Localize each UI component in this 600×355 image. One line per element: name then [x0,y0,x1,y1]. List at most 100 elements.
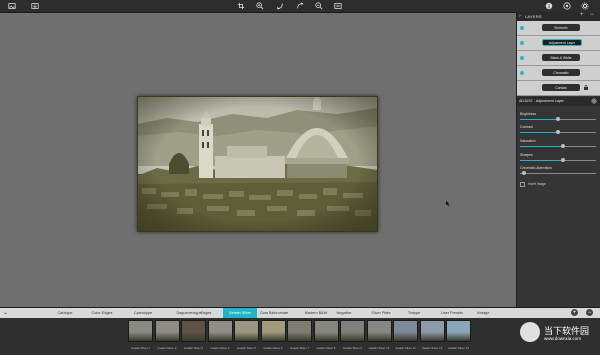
thumbnail-image [260,320,286,342]
preset-thumbnail[interactable]: Gelatin Silver 3 [181,320,206,354]
checkbox[interactable] [520,182,525,187]
thumbnail-image [340,320,365,342]
preset-thumbnail[interactable]: Gelatin Silver 10 [366,320,392,354]
slider-label: Sharpen [520,153,533,157]
tab-gum-bichromate[interactable]: Gum Bichromate [255,308,293,318]
adjust-header: ADJUST - Adjustment Layer [517,97,600,106]
thumbnail-image [207,320,233,342]
preset-thumbnail[interactable]: Gelatin Silver 5 [234,320,259,354]
slider-knob[interactable] [560,158,565,162]
preset-thumbnail[interactable]: Gelatin Silver 8 [313,320,339,354]
photo-preview[interactable] [137,96,378,232]
slider-label: Saturation [520,139,536,143]
mouse-cursor-icon [446,201,450,206]
slider-saturation[interactable]: Saturation [520,139,596,151]
preset-thumbnail[interactable]: Gelatin Silver 9 [340,320,365,354]
settings-icon[interactable] [581,2,589,10]
slider-knob[interactable] [560,144,565,148]
tab-gelatin-silver[interactable]: Gelatin Silver [223,308,257,318]
preset-thumbnail[interactable]: Gelatin Silver 7 [287,320,312,354]
thumbnail-caption: Gelatin Silver 10 [368,346,390,350]
tab-modern-b-w[interactable]: Modern B&W [297,308,335,318]
thumbnail-caption: Gelatin Silver 13 [448,346,469,350]
slider-chromatic-aberration[interactable]: Chromatic Aberration [520,166,596,178]
layer-item[interactable]: Chromatic [517,66,600,81]
preset-thumbnail[interactable]: Gelatin Silver 2 [154,320,180,354]
preset-thumbnail[interactable]: Gelatin Silver 11 [393,320,418,354]
image-icon[interactable] [8,2,16,10]
canvas-area[interactable] [0,13,516,307]
remove-preset-button[interactable]: − [586,309,593,316]
slider-knob[interactable] [556,130,560,134]
preset-thumbnail[interactable]: Gelatin Silver 6 [260,320,286,354]
layer-item-canvas[interactable]: Canvas [517,81,600,96]
layer-visibility-icon[interactable] [520,26,524,30]
thumbnail-caption: Gelatin Silver 12 [421,346,443,350]
slider-fill [520,146,563,147]
preset-thumbnail[interactable]: Gelatin Silver 1 [128,320,153,354]
thumbnail-caption: Gelatin Silver 8 [316,346,336,350]
tab-silver-plate[interactable]: Silver Plate [364,308,398,318]
tab-tintype[interactable]: Tintype [402,308,426,318]
add-layer-button[interactable]: + [580,12,584,18]
preset-thumbnail[interactable]: Gelatin Silver 12 [419,320,445,354]
thumbnail-image [128,320,153,342]
layer-label: Screenfx [542,24,580,31]
presets-bar: ⌄ + − Calotype Color Edges Cyanotype Daguer… [0,307,600,355]
layer-item[interactable]: Black & White [517,51,600,66]
lock-icon [584,85,588,90]
watermark: 当下软件园 www.downxia.com [520,319,598,351]
fit-screen-icon[interactable] [334,2,342,10]
gear-icon[interactable] [591,98,597,104]
slider-sharpen[interactable]: Sharpen [520,153,596,165]
layer-visibility-icon[interactable] [520,41,524,45]
tab-edges[interactable]: Edges [196,308,216,318]
tab-cyanotype[interactable]: Cyanotype [124,308,162,318]
adjust-title: ADJUST - Adjustment Layer [519,99,564,103]
collapse-presets-icon[interactable]: ⌄ [3,309,8,316]
thumbnail-image [287,320,312,342]
tab-calotype[interactable]: Calotype [47,308,83,318]
tab-color-edges[interactable]: Color Edges [82,308,122,318]
thumbnail-image [181,320,206,342]
slider-track[interactable] [520,173,596,174]
layer-item[interactable]: Adjustment Layer [517,36,600,51]
layer-visibility-icon[interactable] [520,56,524,60]
slider-knob[interactable] [556,117,560,121]
thumbnail-image [234,320,259,342]
layers-header: › LAYERS + − [517,12,600,21]
thumbnail-image [393,320,418,342]
slider-knob[interactable] [521,171,526,175]
slider-brightness[interactable]: Brightness [520,112,596,124]
preset-thumbnail[interactable]: Gelatin Silver 13 [446,320,471,354]
preset-tabs: ⌄ + − Calotype Color Edges Cyanotype Daguer… [0,308,600,318]
thumbnail-caption: Gelatin Silver 3 [184,346,203,350]
thumbnail-caption: Gelatin Silver 2 [157,346,177,350]
thumbnail-caption: Gelatin Silver 9 [343,346,362,350]
crop-icon[interactable] [237,2,245,10]
watermark-url: www.downxia.com [544,336,582,341]
slider-fill [520,160,563,161]
collapse-panel-icon[interactable]: › [519,13,521,19]
layer-visibility-icon[interactable] [520,71,524,75]
info-icon[interactable] [545,2,553,10]
add-preset-button[interactable]: + [571,309,578,316]
zoom-in-icon[interactable] [256,2,264,10]
layers-list: Screenfx Adjustment Layer Black & White … [517,21,600,96]
tab-negative[interactable]: Negative [331,308,357,318]
tab-vintage[interactable]: Vintage [471,308,495,318]
rotate-left-icon[interactable] [276,2,284,10]
remove-layer-button[interactable]: − [590,12,594,18]
help-icon[interactable] [563,2,571,10]
rotate-right-icon[interactable] [296,2,304,10]
thumbnail-image [419,320,445,342]
zoom-out-icon[interactable] [315,2,323,10]
tab-user-presets[interactable]: User Presets [434,308,470,318]
layer-item[interactable]: Screenfx [517,21,600,36]
layers-title: LAYERS [525,14,542,19]
inbox-icon[interactable] [31,2,39,10]
preset-thumbnail[interactable]: Gelatin Silver 4 [207,320,233,354]
slider-contrast[interactable]: Contrast [520,125,596,137]
top-toolbar [0,0,600,13]
preset-thumbnails: Gelatin Silver 1 Gelatin Silver 2 Gelatin … [128,320,473,354]
